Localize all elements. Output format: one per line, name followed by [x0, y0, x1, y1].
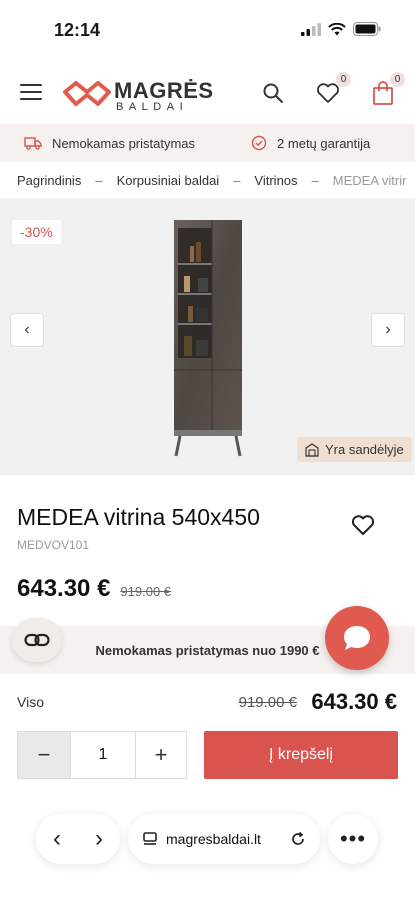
breadcrumb-category[interactable]: Korpusiniai baldai — [117, 173, 220, 188]
product-sku: MEDVOV101 — [17, 538, 90, 552]
discount-badge: -30% — [12, 220, 61, 244]
link-chain-icon — [24, 633, 50, 647]
breadcrumb-separator: – — [311, 172, 319, 188]
site-header: MAGRĖS BALDAI 0 0 — [0, 62, 415, 124]
site-logo[interactable]: MAGRĖS BALDAI — [62, 76, 213, 114]
total-label: Viso — [17, 694, 44, 710]
quantity-decrease-button[interactable]: − — [18, 732, 70, 778]
total-price: 643.30 € — [311, 689, 397, 714]
stock-status-label: Yra sandėlyje — [325, 442, 404, 457]
total-row: Viso 919.00 € 643.30 € — [17, 688, 397, 716]
free-delivery-info: Nemokamas pristatymas — [24, 136, 195, 151]
link-chain-button[interactable] — [12, 618, 62, 662]
breadcrumb: Pagrindinis – Korpusiniai baldai – Vitri… — [17, 168, 415, 192]
browser-toolbar: ‹ › magresbaldai.lt ••• — [0, 808, 415, 878]
more-options-button[interactable]: ••• — [328, 814, 378, 864]
breadcrumb-separator: – — [95, 172, 103, 188]
tabs-icon[interactable] — [142, 831, 158, 847]
breadcrumb-subcategory[interactable]: Vitrinos — [254, 173, 297, 188]
logo-sub-text: BALDAI — [116, 101, 189, 113]
forward-arrow-icon[interactable]: › — [95, 825, 103, 853]
product-gallery: -30% ‹ › Yra sandėlyje — [0, 198, 415, 475]
free-shipping-text: Nemokamas pristatymas nuo 1990 € — [95, 642, 320, 658]
reload-icon[interactable] — [290, 831, 306, 847]
quantity-increase-button[interactable]: + — [136, 732, 186, 778]
cart-count-badge: 0 — [390, 72, 405, 87]
product-image — [174, 220, 242, 457]
signal-icon — [301, 22, 321, 36]
address-url: magresbaldai.lt — [166, 831, 261, 847]
status-icons — [301, 22, 381, 36]
quantity-stepper: − 1 + — [17, 731, 187, 779]
benefits-bar: Nemokamas pristatymas 2 metų garantija — [0, 124, 415, 162]
total-old-price: 919.00 € — [238, 694, 297, 711]
breadcrumb-separator: – — [233, 172, 241, 188]
delivery-truck-icon — [24, 137, 42, 150]
product-title: MEDEA vitrina 540x450 — [17, 504, 260, 530]
more-dots-icon: ••• — [339, 826, 367, 851]
add-to-wishlist-heart-icon[interactable] — [351, 514, 375, 536]
free-delivery-label: Nemokamas pristatymas — [52, 135, 196, 151]
chat-button[interactable] — [325, 606, 389, 670]
chevron-right-icon: › — [385, 321, 391, 338]
address-bar[interactable]: magresbaldai.lt — [128, 814, 320, 864]
warranty-info: 2 metų garantija — [251, 135, 370, 151]
status-time: 12:14 — [54, 20, 101, 40]
back-arrow-icon[interactable]: ‹ — [53, 825, 61, 853]
browser-nav-pill: ‹ › — [36, 814, 120, 864]
wifi-icon — [328, 22, 346, 35]
quantity-input[interactable]: 1 — [70, 732, 136, 778]
chat-bubble-icon — [344, 626, 370, 650]
stock-status-badge: Yra sandėlyje — [297, 437, 412, 462]
search-icon[interactable] — [262, 82, 284, 104]
logo-mark-icon — [63, 81, 111, 106]
price-row: 643.30 € 919.00 € — [17, 575, 171, 603]
hamburger-menu-icon[interactable] — [20, 84, 42, 102]
add-to-cart-button[interactable]: Į krepšelį — [204, 731, 398, 779]
wishlist-heart-icon[interactable] — [316, 82, 340, 104]
breadcrumb-home[interactable]: Pagrindinis — [17, 173, 81, 188]
product-old-price: 919.00 € — [120, 584, 172, 599]
warehouse-icon — [305, 442, 319, 457]
product-price: 643.30 € — [17, 575, 111, 602]
battery-icon — [353, 22, 381, 36]
warranty-badge-icon — [251, 135, 267, 151]
breadcrumb-current: MEDEA vitrir — [332, 172, 407, 188]
wishlist-count-badge: 0 — [336, 72, 351, 87]
gallery-prev-button[interactable]: ‹ — [10, 313, 44, 347]
gallery-next-button[interactable]: › — [371, 313, 405, 347]
status-bar: 12:14 — [0, 0, 415, 58]
warranty-label: 2 metų garantija — [277, 135, 371, 151]
chevron-left-icon: ‹ — [24, 321, 30, 338]
